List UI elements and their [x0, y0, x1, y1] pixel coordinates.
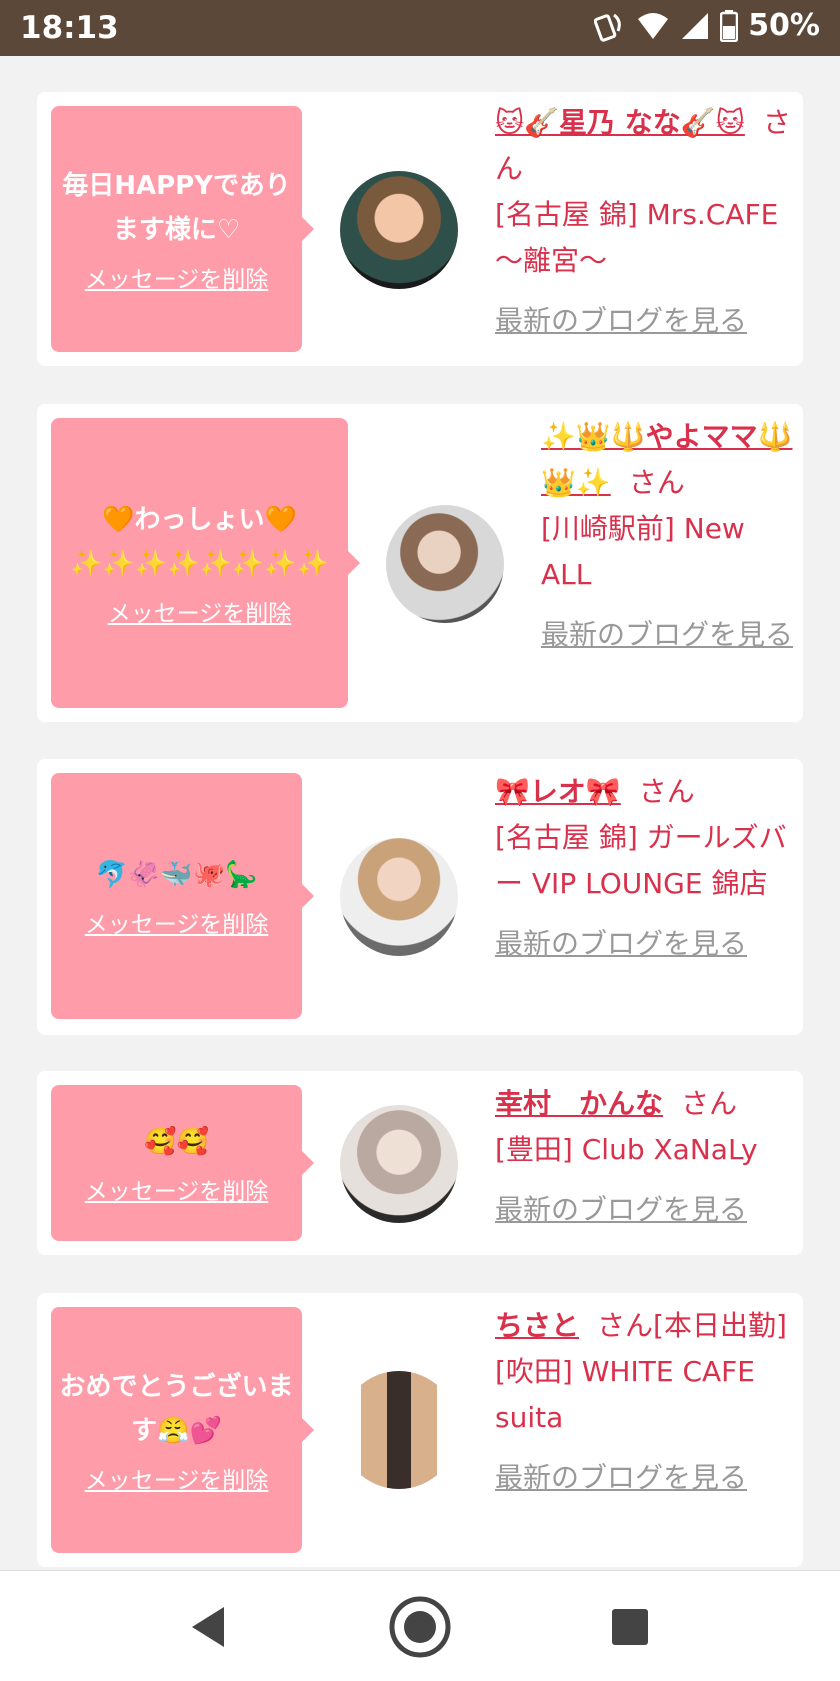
avatar[interactable]	[340, 171, 458, 289]
message-bubble: 🥰🥰 メッセージを削除	[51, 1085, 314, 1241]
message-bubble: 🐬🦑🐳🐙🦕 メッセージを削除	[51, 773, 314, 1019]
cellular-signal-icon	[682, 12, 709, 39]
clock: 18:13	[20, 10, 119, 46]
latest-blog-link[interactable]: 最新のブログを見る	[541, 612, 795, 658]
message-card: 🥰🥰 メッセージを削除 幸村 かんな さん [豊田] Club XaNaLy 最新…	[37, 1071, 803, 1255]
delete-message-link[interactable]: メッセージを削除	[108, 594, 292, 628]
cast-info: 幸村 かんな さん [豊田] Club XaNaLy 最新のブログを見る	[495, 1081, 795, 1233]
honorific: さん	[681, 1087, 738, 1120]
latest-blog-link[interactable]: 最新のブログを見る	[495, 1455, 795, 1501]
shop-name: [名古屋 錦] Mrs.CAFE 〜離宮〜	[495, 198, 779, 277]
avatar[interactable]	[340, 1371, 458, 1489]
message-bubble: おめでとうございます😤💕 メッセージを削除	[51, 1307, 314, 1553]
battery-percent: 50%	[748, 8, 820, 43]
message-bubble: 🧡わっしょい🧡✨✨✨✨✨✨✨✨ メッセージを削除	[51, 418, 360, 708]
cast-info: 🎀レオ🎀 さん [名古屋 錦] ガールズバー VIP LOUNGE 錦店 最新のブ…	[495, 769, 795, 967]
wifi-icon	[638, 12, 669, 39]
delete-message-link[interactable]: メッセージを削除	[85, 905, 269, 939]
honorific: さん	[638, 775, 695, 808]
message-card: 🧡わっしょい🧡✨✨✨✨✨✨✨✨ メッセージを削除 ✨👑🔱やよママ🔱👑✨ さん [川…	[37, 404, 803, 722]
delete-message-link[interactable]: メッセージを削除	[85, 1461, 269, 1495]
cast-info: ✨👑🔱やよママ🔱👑✨ さん [川崎駅前] New ALL 最新のブログを見る	[541, 414, 795, 658]
message-text: 🧡わっしょい🧡✨✨✨✨✨✨✨✨	[70, 505, 329, 579]
message-text: 毎日HAPPYであります様に♡	[62, 171, 291, 245]
latest-blog-link[interactable]: 最新のブログを見る	[495, 921, 795, 967]
latest-blog-link[interactable]: 最新のブログを見る	[495, 1187, 795, 1233]
shop-name: [吹田] WHITE CAFE suita	[495, 1355, 755, 1434]
latest-blog-link[interactable]: 最新のブログを見る	[495, 298, 795, 344]
home-icon[interactable]	[388, 1595, 452, 1659]
honorific: さん[本日出勤]	[597, 1309, 787, 1342]
battery-icon	[720, 9, 739, 42]
message-card: 🐬🦑🐳🐙🦕 メッセージを削除 🎀レオ🎀 さん [名古屋 錦] ガールズバー VIP…	[37, 759, 803, 1035]
cast-info: ちさと さん[本日出勤] [吹田] WHITE CAFE suita 最新のブログ…	[495, 1303, 795, 1501]
avatar[interactable]	[340, 838, 458, 956]
cast-info: 🐱🎸星乃 なな🎸🐱 さん [名古屋 錦] Mrs.CAFE 〜離宮〜 最新のブログ…	[495, 100, 795, 344]
recents-icon[interactable]	[598, 1595, 662, 1659]
message-text: おめでとうございます😤💕	[59, 1372, 294, 1446]
shop-name: [川崎駅前] New ALL	[541, 512, 745, 591]
delete-message-link[interactable]: メッセージを削除	[85, 260, 269, 294]
avatar[interactable]	[340, 1105, 458, 1223]
shop-name: [名古屋 錦] ガールズバー VIP LOUNGE 錦店	[495, 821, 787, 900]
avatar[interactable]	[386, 505, 504, 623]
shop-name: [豊田] Club XaNaLy	[495, 1133, 758, 1166]
honorific: さん	[628, 466, 685, 499]
status-icons: 50%	[594, 8, 820, 43]
message-bubble: 毎日HAPPYであります様に♡ メッセージを削除	[51, 106, 314, 352]
android-navigation-bar	[0, 1570, 840, 1681]
cast-name-link[interactable]: 🎀レオ🎀	[495, 775, 621, 808]
delete-message-link[interactable]: メッセージを削除	[85, 1172, 269, 1206]
status-bar: 18:13 50%	[0, 0, 840, 56]
message-text: 🐬🦑🐳🐙🦕	[95, 860, 258, 890]
cast-name-link[interactable]: ちさと	[495, 1309, 579, 1342]
cast-name-link[interactable]: 幸村 かんな	[495, 1087, 663, 1120]
message-card: 毎日HAPPYであります様に♡ メッセージを削除 🐱🎸星乃 なな🎸🐱 さん [名古…	[37, 92, 803, 366]
message-text: 🥰🥰	[144, 1127, 209, 1157]
message-card: おめでとうございます😤💕 メッセージを削除 ちさと さん[本日出勤] [吹田] W…	[37, 1293, 803, 1567]
cast-name-link[interactable]: 🐱🎸星乃 なな🎸🐱	[495, 106, 745, 139]
nfc-icon	[594, 13, 621, 42]
back-icon[interactable]	[178, 1595, 242, 1659]
